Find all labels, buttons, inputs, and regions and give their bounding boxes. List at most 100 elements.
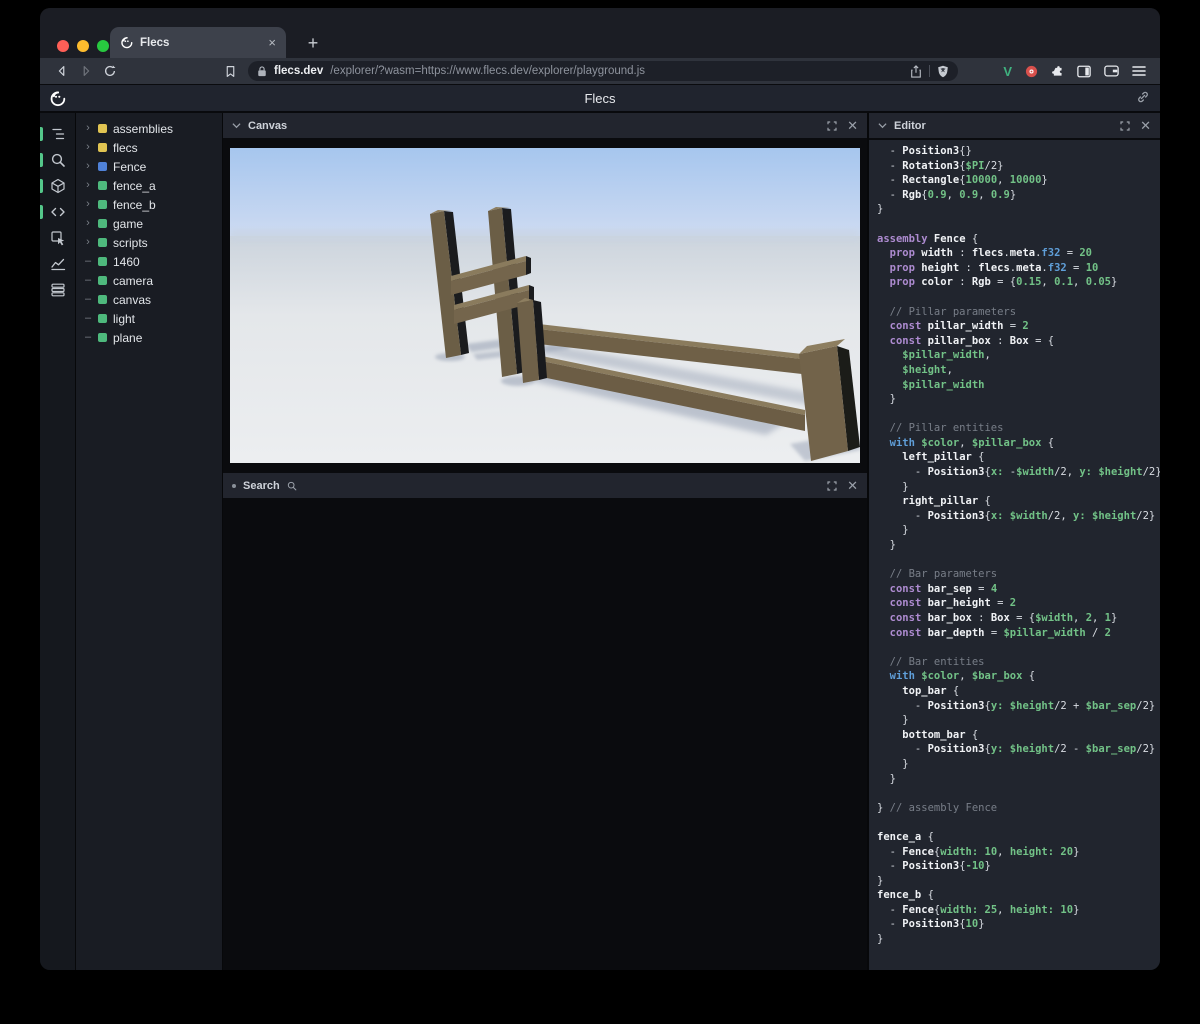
entity-label: Fence: [113, 159, 147, 174]
expand-arrow-icon[interactable]: ›: [84, 161, 92, 172]
close-panel-icon[interactable]: ✕: [847, 479, 858, 492]
code-line: - Fence{width: 25, height: 10}: [877, 903, 1080, 916]
extensions-puzzle-icon[interactable]: [1051, 65, 1064, 78]
fullscreen-icon[interactable]: [827, 120, 837, 131]
rail-statistics-button[interactable]: [40, 256, 75, 272]
rail-editor-button[interactable]: [40, 204, 75, 220]
sidebar-toggle-icon[interactable]: [1077, 65, 1091, 78]
search-panel-title: Search: [243, 479, 280, 492]
code-line: }: [877, 757, 909, 770]
code-line: }: [877, 874, 884, 887]
url-host: flecs.dev: [274, 65, 324, 77]
canvas-panel-header: Canvas ✕: [223, 113, 867, 140]
rail-inspector-button[interactable]: [40, 230, 75, 246]
forward-button[interactable]: [74, 60, 98, 82]
wallet-icon[interactable]: [1104, 65, 1119, 77]
reload-button[interactable]: [98, 60, 122, 82]
vue-devtools-icon[interactable]: V: [1003, 64, 1012, 79]
back-button[interactable]: [50, 60, 74, 82]
minimize-window-button[interactable]: [77, 40, 89, 52]
code-line: fence_b {: [877, 889, 934, 902]
code-line: top_bar {: [902, 684, 960, 697]
collapse-chevron-icon[interactable]: [878, 122, 887, 129]
share-icon[interactable]: [910, 64, 922, 78]
code-line: - Position3{y: $height/2 + $bar_sep/2}: [877, 699, 1156, 712]
code-line: prop width : flecs.meta.f32 = 20: [889, 247, 1093, 260]
extensions-row: V: [1003, 64, 1150, 79]
tree-item-game[interactable]: › game: [76, 214, 222, 233]
tree-item-fence_b[interactable]: › fence_b: [76, 195, 222, 214]
search-panel-body[interactable]: [223, 500, 867, 970]
active-panel-indicator: [40, 127, 43, 141]
tree-item-scripts[interactable]: › scripts: [76, 233, 222, 252]
tree-item-Fence[interactable]: › Fence: [76, 157, 222, 176]
code-line: with $color, $bar_box {: [889, 670, 1036, 683]
code-line: const bar_depth = $pillar_width / 2: [889, 626, 1111, 639]
expand-arrow-icon[interactable]: ›: [84, 123, 92, 134]
entity-label: light: [113, 311, 136, 326]
close-panel-icon[interactable]: ✕: [847, 119, 858, 132]
entity-color-square: [98, 124, 107, 133]
editor-panel-header: Editor ✕: [869, 113, 1160, 140]
code-line: left_pillar {: [902, 451, 985, 464]
leaf-dash-icon: –: [84, 274, 92, 286]
red-extension-icon[interactable]: [1025, 65, 1038, 78]
close-window-button[interactable]: [57, 40, 69, 52]
code-line: - Position3{x: -$width/2, y: $height/2}: [877, 466, 1160, 479]
expand-arrow-icon[interactable]: ›: [84, 199, 92, 210]
code-line: with $color, $pillar_box {: [889, 436, 1055, 449]
code-line: const pillar_box : Box = {: [889, 334, 1055, 347]
address-bar[interactable]: flecs.dev /explorer/?wasm=https://www.fl…: [248, 61, 958, 81]
panel-rail: [40, 113, 75, 970]
sky: [230, 148, 860, 238]
entity-label: scripts: [113, 235, 148, 250]
entity-color-square: [98, 200, 107, 209]
entity-label: camera: [113, 273, 154, 288]
menu-hamburger-icon[interactable]: [1132, 65, 1146, 77]
tree-item-canvas[interactable]: – canvas: [76, 290, 222, 309]
brave-shields-icon[interactable]: [937, 65, 949, 78]
tree-item-plane[interactable]: – plane: [76, 328, 222, 347]
active-panel-indicator: [40, 179, 43, 193]
tree-item-assemblies[interactable]: › assemblies: [76, 119, 222, 138]
entity-color-square: [98, 295, 107, 304]
browser-tab[interactable]: Flecs ×: [110, 27, 286, 58]
rail-canvas-button[interactable]: [40, 178, 75, 194]
fullscreen-icon[interactable]: [1120, 120, 1130, 131]
tree-item-flecs[interactable]: › flecs: [76, 138, 222, 157]
share-link-icon[interactable]: [1136, 90, 1150, 104]
expand-arrow-icon[interactable]: ›: [84, 142, 92, 153]
zoom-window-button[interactable]: [97, 40, 109, 52]
fullscreen-icon[interactable]: [827, 480, 837, 491]
stack-icon: [50, 283, 65, 297]
code-line: - Rgb{0.9, 0.9, 0.9}: [877, 188, 1017, 201]
tree-item-camera[interactable]: – camera: [76, 271, 222, 290]
close-panel-icon[interactable]: ✕: [1140, 119, 1151, 132]
rail-search-button[interactable]: [40, 152, 75, 168]
collapse-chevron-icon[interactable]: [232, 122, 241, 129]
entity-color-square: [98, 219, 107, 228]
collapsed-indicator-dot-icon[interactable]: [232, 483, 236, 488]
reading-list-bookmark-icon[interactable]: [218, 60, 242, 82]
entity-label: game: [113, 216, 144, 231]
expand-arrow-icon[interactable]: ›: [84, 218, 92, 229]
rail-data-tables-button[interactable]: [40, 282, 75, 298]
expand-arrow-icon[interactable]: ›: [84, 237, 92, 248]
expand-arrow-icon[interactable]: ›: [84, 180, 92, 191]
scene-viewport[interactable]: [230, 148, 860, 463]
rail-entity-tree-button[interactable]: [40, 126, 75, 142]
tree-item-light[interactable]: – light: [76, 309, 222, 328]
editor-panel-title: Editor: [894, 119, 926, 132]
entity-label: flecs: [113, 140, 138, 155]
new-tab-button[interactable]: +: [300, 30, 326, 56]
url-path: /explorer/?wasm=https://www.flecs.dev/ex…: [330, 65, 646, 77]
entity-label: fence_a: [113, 178, 156, 193]
entity-label: fence_b: [113, 197, 156, 212]
tab-close-icon[interactable]: ×: [268, 36, 276, 49]
tree-item-1460[interactable]: – 1460: [76, 252, 222, 271]
entity-color-square: [98, 143, 107, 152]
code-content[interactable]: - Position3{} - Rotation3{$PI/2} - Recta…: [869, 140, 1160, 970]
tree-item-fence_a[interactable]: › fence_a: [76, 176, 222, 195]
active-panel-indicator: [40, 153, 43, 167]
